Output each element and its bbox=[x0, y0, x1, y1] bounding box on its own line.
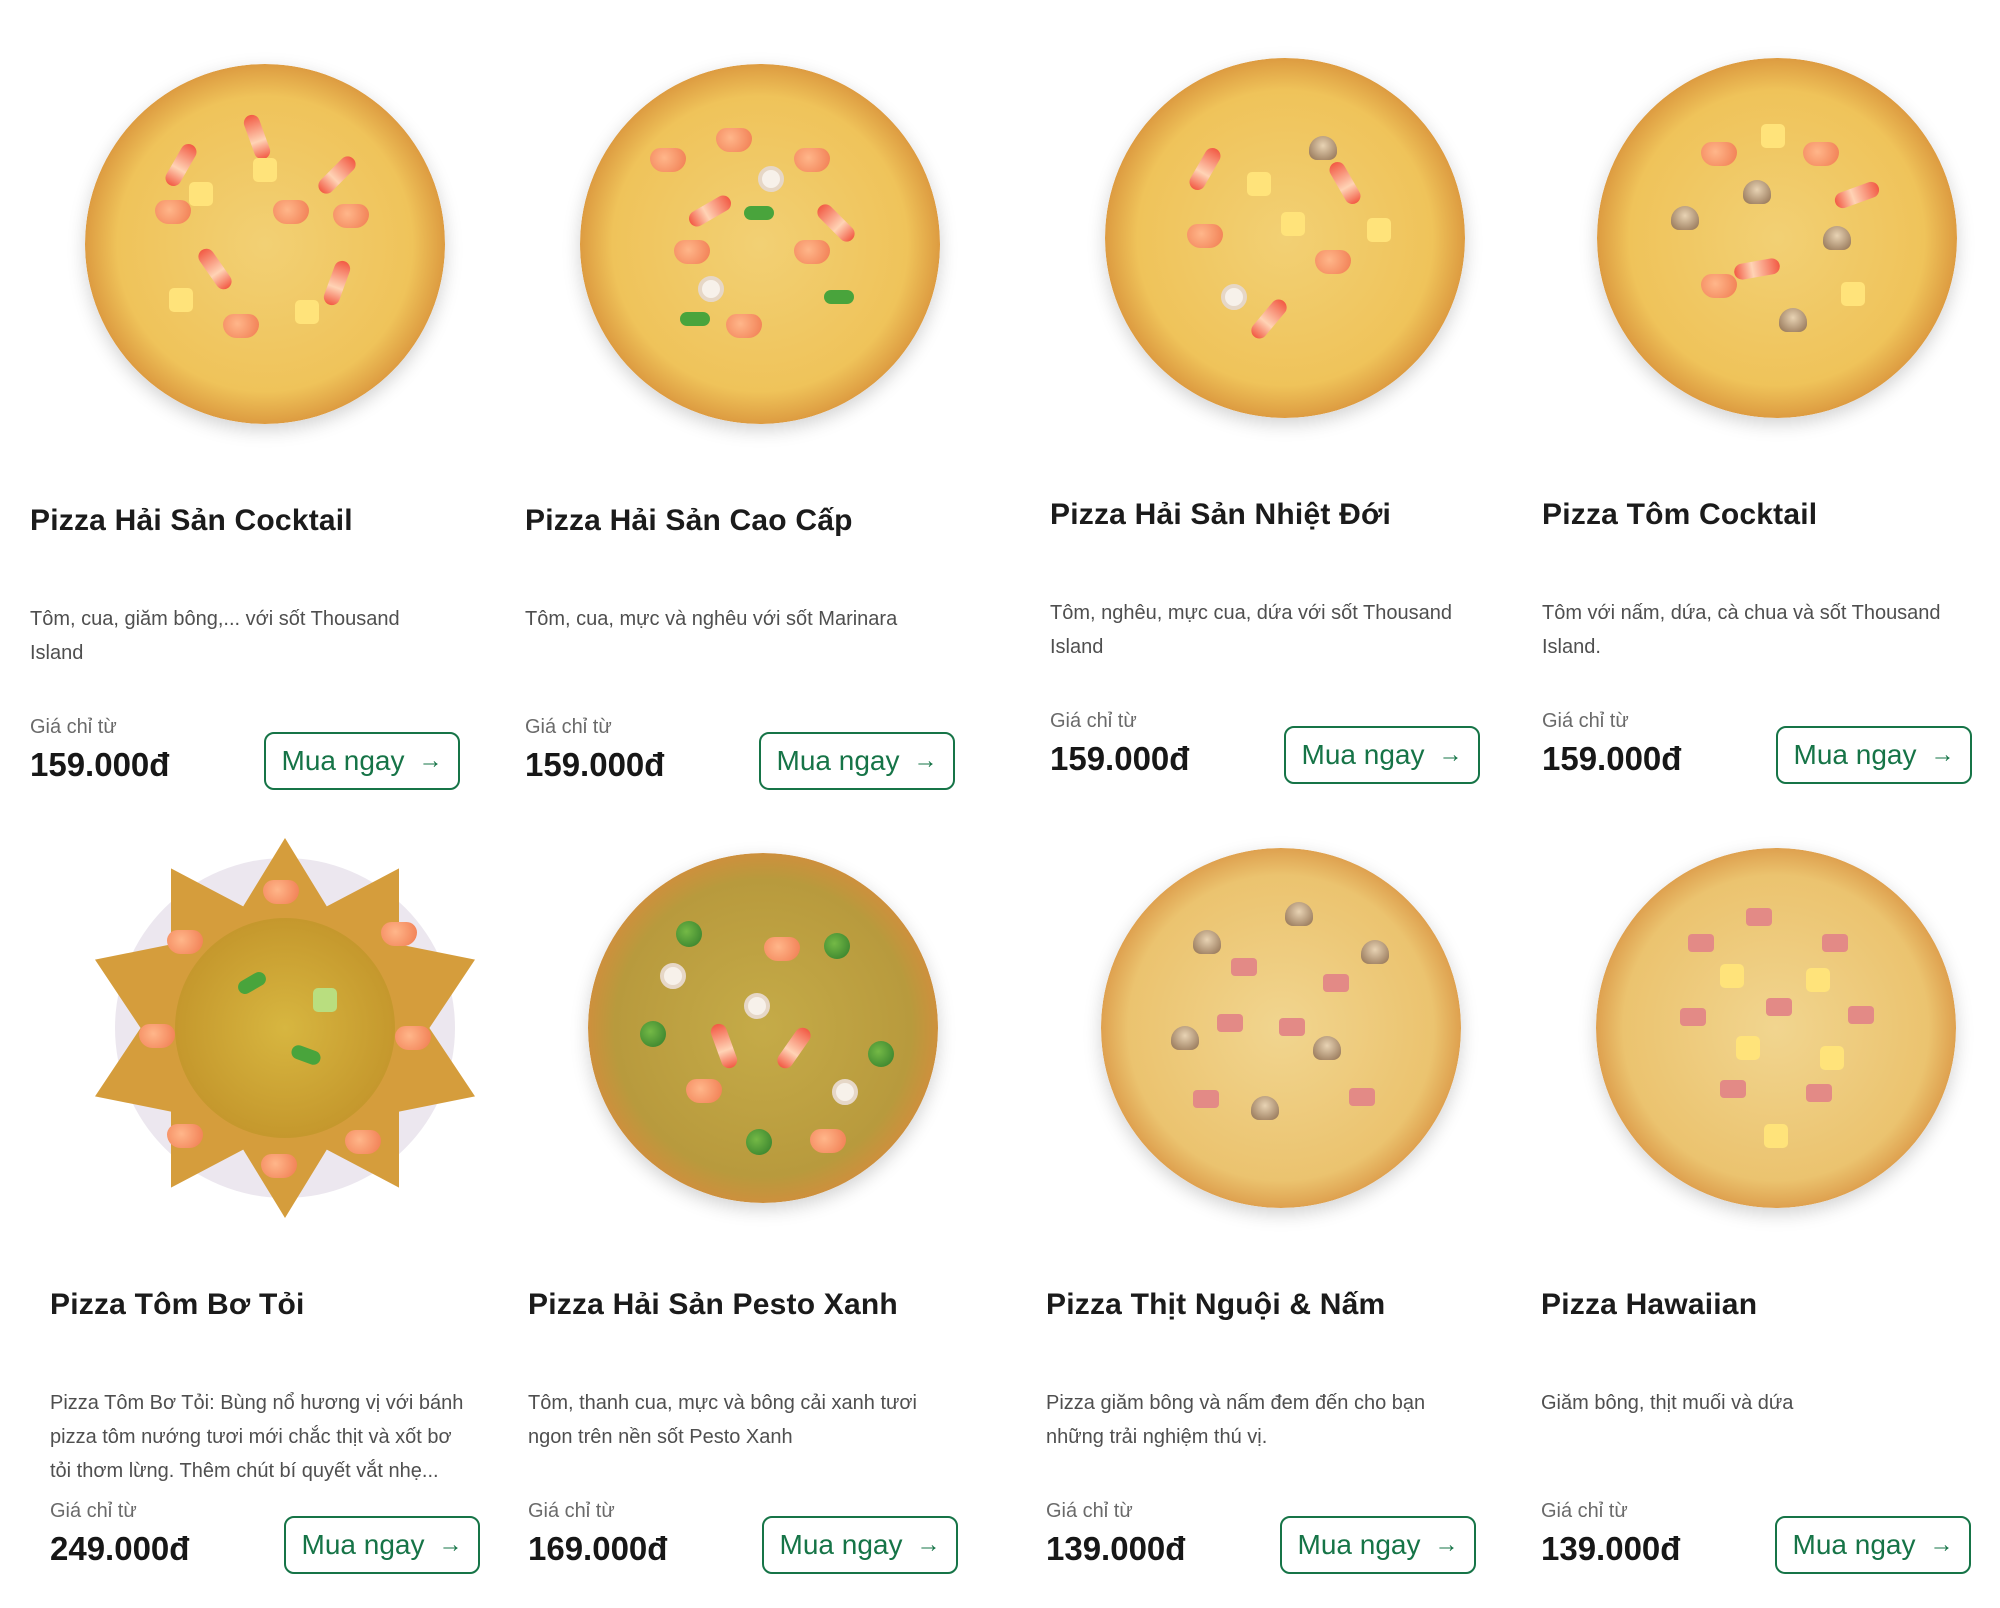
product-price: 169.000đ bbox=[528, 1530, 668, 1567]
product-image[interactable] bbox=[1101, 848, 1461, 1208]
arrow-right-icon: → bbox=[1930, 741, 1955, 768]
product-image[interactable] bbox=[1596, 848, 1956, 1208]
buy-now-button[interactable]: Mua ngay → bbox=[1776, 726, 1972, 784]
buy-now-button-label: Mua ngay bbox=[301, 1529, 425, 1560]
product-image[interactable] bbox=[1597, 58, 1957, 418]
price-label: Giá chỉ từ bbox=[1542, 710, 1629, 732]
price-label: Giá chỉ từ bbox=[1050, 710, 1137, 732]
product-title[interactable]: Pizza Tôm Bơ Tỏi bbox=[50, 1288, 305, 1322]
price-label: Giá chỉ từ bbox=[30, 716, 117, 738]
arrow-right-icon: → bbox=[438, 1531, 463, 1558]
price-label: Giá chỉ từ bbox=[525, 716, 612, 738]
product-price: 159.000đ bbox=[1542, 740, 1682, 777]
product-image-wrap[interactable] bbox=[1541, 818, 2000, 1238]
product-title[interactable]: Pizza Tôm Cocktail bbox=[1542, 498, 1817, 532]
product-image[interactable] bbox=[1105, 58, 1465, 418]
product-price: 139.000đ bbox=[1541, 1530, 1681, 1567]
arrow-right-icon: → bbox=[916, 1531, 941, 1558]
product-image-wrap[interactable] bbox=[525, 34, 995, 454]
buy-now-button-label: Mua ngay bbox=[779, 1529, 903, 1560]
buy-now-button[interactable]: Mua ngay → bbox=[759, 732, 955, 790]
product-image[interactable] bbox=[85, 64, 445, 424]
product-description: Tôm, nghêu, mực cua, dứa với sốt Thousan… bbox=[1050, 602, 1452, 658]
product-card-5[interactable]: Pizza Tôm Bơ Tỏi Pizza Tôm Bơ Tỏi: Bùng … bbox=[50, 818, 520, 1608]
buy-now-button[interactable]: Mua ngay → bbox=[264, 732, 460, 790]
product-title[interactable]: Pizza Thịt Nguội & Nấm bbox=[1046, 1288, 1385, 1322]
product-description: Tôm với nấm, dứa, cà chua và sốt Thousan… bbox=[1542, 602, 1941, 658]
product-image-wrap[interactable] bbox=[30, 34, 500, 454]
buy-now-button[interactable]: Mua ngay → bbox=[284, 1516, 480, 1574]
product-title[interactable]: Pizza Hawaiian bbox=[1541, 1288, 1757, 1322]
buy-now-button[interactable]: Mua ngay → bbox=[762, 1516, 958, 1574]
arrow-right-icon: → bbox=[418, 747, 443, 774]
product-card-4[interactable]: Pizza Tôm Cocktail Tôm với nấm, dứa, cà … bbox=[1542, 28, 2000, 818]
product-price: 249.000đ bbox=[50, 1530, 190, 1567]
product-title[interactable]: Pizza Hải Sản Pesto Xanh bbox=[528, 1288, 898, 1322]
product-description: Pizza Tôm Bơ Tỏi: Bùng nổ hương vị với b… bbox=[50, 1392, 464, 1482]
product-title[interactable]: Pizza Hải Sản Nhiệt Đới bbox=[1050, 498, 1391, 532]
buy-now-button-label: Mua ngay bbox=[1301, 739, 1425, 770]
product-image[interactable] bbox=[580, 64, 940, 424]
product-image-wrap[interactable] bbox=[50, 818, 520, 1238]
product-card-1[interactable]: Pizza Hải Sản Cocktail Tôm, cua, giăm bô… bbox=[30, 34, 500, 824]
buy-now-button-label: Mua ngay bbox=[281, 745, 405, 776]
buy-now-button-label: Mua ngay bbox=[776, 745, 900, 776]
product-description: Giăm bông, thịt muối và dứa bbox=[1541, 1392, 1794, 1414]
product-description: Pizza giăm bông và nấm đem đến cho bạn n… bbox=[1046, 1392, 1426, 1448]
price-label: Giá chỉ từ bbox=[1541, 1500, 1628, 1522]
arrow-right-icon: → bbox=[913, 747, 938, 774]
product-image-wrap[interactable] bbox=[528, 818, 998, 1238]
product-grid: Pizza Hải Sản Cocktail Tôm, cua, giăm bô… bbox=[0, 0, 2000, 1600]
arrow-right-icon: → bbox=[1434, 1531, 1459, 1558]
product-image-wrap[interactable] bbox=[1542, 28, 2000, 448]
product-card-6[interactable]: Pizza Hải Sản Pesto Xanh Tôm, thanh cua,… bbox=[528, 818, 998, 1608]
arrow-right-icon: → bbox=[1438, 741, 1463, 768]
product-image[interactable] bbox=[95, 838, 475, 1218]
buy-now-button[interactable]: Mua ngay → bbox=[1280, 1516, 1476, 1574]
product-card-3[interactable]: Pizza Hải Sản Nhiệt Đới Tôm, nghêu, mực … bbox=[1050, 28, 1520, 818]
product-price: 159.000đ bbox=[525, 746, 665, 783]
price-label: Giá chỉ từ bbox=[50, 1500, 137, 1522]
product-image-wrap[interactable] bbox=[1050, 28, 1520, 448]
product-title[interactable]: Pizza Hải Sản Cao Cấp bbox=[525, 504, 853, 538]
buy-now-button[interactable]: Mua ngay → bbox=[1284, 726, 1480, 784]
product-card-8[interactable]: Pizza Hawaiian Giăm bông, thịt muối và d… bbox=[1541, 818, 2000, 1608]
product-image[interactable] bbox=[588, 853, 938, 1203]
price-label: Giá chỉ từ bbox=[1046, 1500, 1133, 1522]
product-card-2[interactable]: Pizza Hải Sản Cao Cấp Tôm, cua, mực và n… bbox=[525, 34, 995, 824]
product-price: 139.000đ bbox=[1046, 1530, 1186, 1567]
buy-now-button-label: Mua ngay bbox=[1297, 1529, 1421, 1560]
product-description: Tôm, cua, giăm bông,... với sốt Thousand… bbox=[30, 608, 400, 664]
product-price: 159.000đ bbox=[30, 746, 170, 783]
product-card-7[interactable]: Pizza Thịt Nguội & Nấm Pizza giăm bông v… bbox=[1046, 818, 1516, 1608]
price-label: Giá chỉ từ bbox=[528, 1500, 615, 1522]
product-title[interactable]: Pizza Hải Sản Cocktail bbox=[30, 504, 353, 538]
buy-now-button[interactable]: Mua ngay → bbox=[1775, 1516, 1971, 1574]
buy-now-button-label: Mua ngay bbox=[1792, 1529, 1916, 1560]
product-price: 159.000đ bbox=[1050, 740, 1190, 777]
buy-now-button-label: Mua ngay bbox=[1793, 739, 1917, 770]
product-description: Tôm, thanh cua, mực và bông cải xanh tươ… bbox=[528, 1392, 917, 1448]
product-image-wrap[interactable] bbox=[1046, 818, 1516, 1238]
product-description: Tôm, cua, mực và nghêu với sốt Marinara bbox=[525, 608, 898, 630]
arrow-right-icon: → bbox=[1929, 1531, 1954, 1558]
